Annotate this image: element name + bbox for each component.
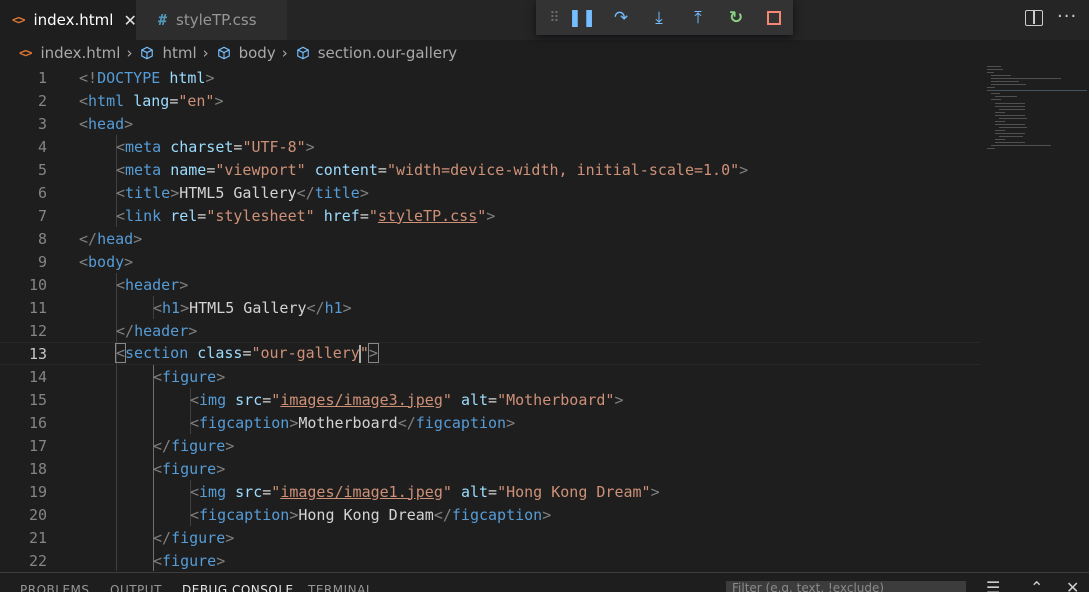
css-file-icon: #: [158, 11, 168, 29]
chevron-right-icon: ›: [202, 44, 209, 62]
line-number: 2: [37, 91, 47, 110]
restart-icon[interactable]: ↻: [722, 0, 750, 35]
chevron-right-icon: ›: [281, 44, 288, 62]
breadcrumb-section[interactable]: section.our-gallery: [318, 44, 457, 62]
symbol-element-icon: [296, 46, 309, 60]
line-number: 7: [37, 206, 47, 225]
file-link[interactable]: images/image1.jpeg: [280, 483, 443, 501]
code-line: 14 <figure>: [0, 365, 980, 388]
breadcrumb-file[interactable]: index.html: [40, 44, 120, 62]
line-number: 5: [37, 160, 47, 179]
code-line: 12 </header>: [0, 319, 980, 342]
step-out-icon[interactable]: ⤒: [684, 0, 712, 35]
breadcrumb: <> index.html › html › body › section.ou…: [0, 40, 1089, 66]
code-line: 22 <figure>: [0, 549, 980, 572]
line-number: 10: [28, 275, 47, 294]
file-link[interactable]: images/image3.jpeg: [280, 391, 443, 409]
panel-tab-debug-console[interactable]: DEBUG CONSOLE: [182, 583, 294, 592]
list-icon[interactable]: ☰: [986, 578, 1000, 592]
line-number: 14: [28, 367, 47, 386]
code-line: 19 <img src="images/image1.jpeg" alt="Ho…: [0, 480, 980, 503]
filter-input[interactable]: Filter (e.g. text, !exclude): [726, 581, 966, 592]
html-file-icon: <>: [19, 46, 32, 60]
line-number: 6: [37, 183, 47, 202]
code-line: 5 <meta name="viewport" content="width=d…: [0, 158, 980, 181]
line-number: 15: [28, 390, 47, 409]
code-line: 4 <meta charset="UTF-8">: [0, 135, 980, 158]
code-editor[interactable]: 1 <!DOCTYPE html> 2 <html lang="en"> 3 <…: [0, 66, 1089, 571]
line-number: 1: [37, 68, 47, 87]
code-line: 2 <html lang="en">: [0, 89, 980, 112]
line-number: 17: [28, 436, 47, 455]
chevron-right-icon: ›: [126, 44, 133, 62]
code-line: 6 <title>HTML5 Gallery</title>: [0, 181, 980, 204]
symbol-element-icon: [217, 46, 230, 60]
line-number: 19: [28, 482, 47, 501]
code-line: 15 <img src="images/image3.jpeg" alt="Mo…: [0, 388, 980, 411]
more-actions-icon[interactable]: ···: [1057, 6, 1077, 27]
html-file-icon: <>: [12, 13, 25, 27]
bottom-panel: PROBLEMS OUTPUT DEBUG CONSOLE TERMINAL F…: [0, 572, 1089, 592]
line-number: 16: [28, 413, 47, 432]
chevron-up-icon[interactable]: ⌃: [1030, 578, 1043, 592]
line-number: 4: [37, 137, 47, 156]
panel-tab-output[interactable]: OUTPUT: [110, 583, 162, 592]
code-line: 9 <body>: [0, 250, 980, 273]
line-number: 20: [28, 505, 47, 524]
line-number: 12: [28, 321, 47, 340]
matched-bracket: <: [114, 343, 127, 364]
drag-grip-icon[interactable]: ⠿: [540, 0, 568, 35]
code-line: 20 <figcaption>Hong Kong Dream</figcapti…: [0, 503, 980, 526]
tab-index-html[interactable]: <> index.html ✕: [0, 0, 137, 40]
tab-label: styleTP.css: [176, 11, 257, 29]
debug-toolbar: ⠿ ❚❚ ↷ ⤓ ⤒ ↻: [536, 0, 793, 35]
step-into-icon[interactable]: ⤓: [645, 0, 673, 35]
tab-label: index.html: [33, 11, 114, 29]
line-number: 18: [28, 459, 47, 478]
line-number: 3: [37, 114, 47, 133]
line-number: 22: [28, 551, 47, 570]
close-icon[interactable]: ✕: [123, 11, 136, 30]
split-editor-icon[interactable]: [1025, 10, 1043, 26]
close-icon[interactable]: ✕: [1066, 578, 1079, 592]
minimap[interactable]: [984, 66, 1087, 156]
step-over-icon[interactable]: ↷: [607, 0, 635, 35]
code-line: 8 </head>: [0, 227, 980, 250]
breadcrumb-html[interactable]: html: [162, 44, 196, 62]
code-line: 17 </figure>: [0, 434, 980, 457]
line-number: 13: [28, 344, 47, 363]
code-line: 3 <head>: [0, 112, 980, 135]
panel-tab-problems[interactable]: PROBLEMS: [20, 583, 90, 592]
code-line-current: 13 <section class="our-gallery">: [0, 342, 980, 365]
line-number: 8: [37, 229, 47, 248]
code-line: 11 <h1>HTML5 Gallery</h1>: [0, 296, 980, 319]
code-line: 10 <header>: [0, 273, 980, 296]
code-line: 21 </figure>: [0, 526, 980, 549]
code-line: 7 <link rel="stylesheet" href="styleTP.c…: [0, 204, 980, 227]
breadcrumb-body[interactable]: body: [239, 44, 276, 62]
symbol-element-icon: [141, 46, 154, 60]
line-number: 9: [37, 252, 47, 271]
pause-icon[interactable]: ❚❚: [568, 0, 597, 35]
code-line: 16 <figcaption>Motherboard</figcaption>: [0, 411, 980, 434]
tab-style-css[interactable]: # styleTP.css: [136, 0, 287, 40]
stop-icon[interactable]: [760, 0, 788, 35]
line-number: 21: [28, 528, 47, 547]
line-number: 11: [28, 298, 47, 317]
code-line: 18 <figure>: [0, 457, 980, 480]
panel-tab-terminal[interactable]: TERMINAL: [308, 583, 373, 592]
file-link[interactable]: styleTP.css: [378, 207, 477, 225]
matched-bracket: >: [367, 343, 379, 364]
code-line: 1 <!DOCTYPE html>: [0, 66, 980, 89]
